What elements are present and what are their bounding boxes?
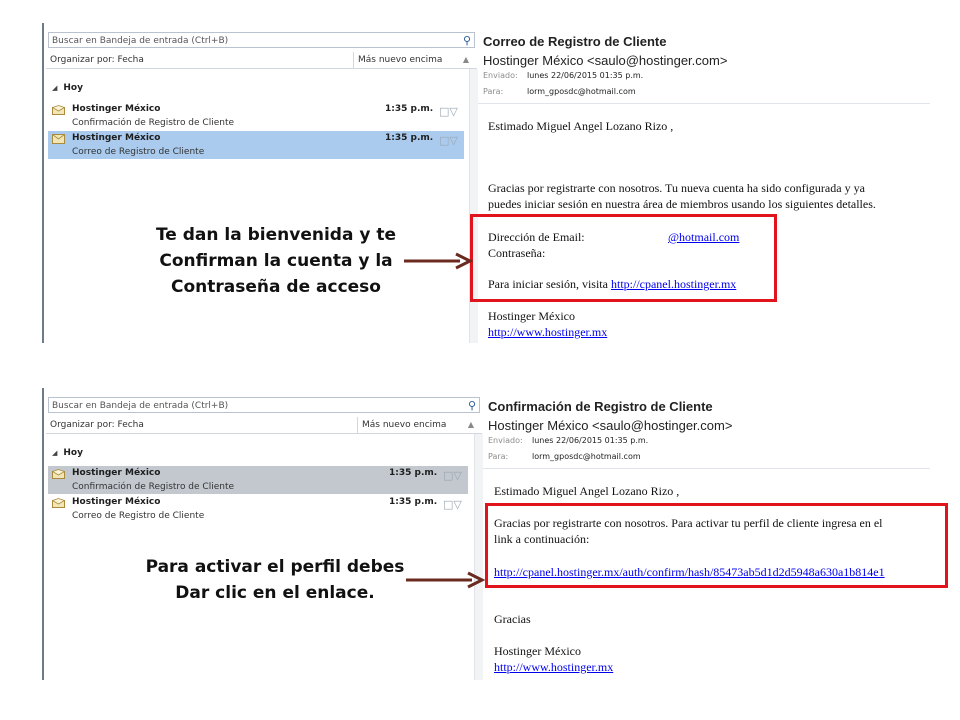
sort-bar: Organizar por: Fecha Más nuevo encima ▲ <box>46 52 477 69</box>
thanks-text: Gracias <box>494 612 531 626</box>
group-header-today[interactable]: ◢ Hoy <box>52 448 83 458</box>
caption-line: Te dan la bienvenida y te <box>155 225 397 245</box>
list-item[interactable]: Hostinger México Correo de Registro de C… <box>48 495 468 523</box>
intro-line-1: Gracias por registrarte con nosotros. Tu… <box>488 181 865 195</box>
to-value[interactable]: lorm_gposdc@hotmail.com <box>532 452 641 461</box>
scroll-up-icon[interactable]: ▲ <box>468 417 474 433</box>
greeting: Estimado Miguel Angel Lozano Rizo , <box>494 484 680 498</box>
list-item-selected[interactable]: Hostinger México Correo de Registro de C… <box>48 131 464 159</box>
signature: Hostinger México <box>488 309 575 323</box>
arrow-icon <box>404 252 474 270</box>
group-label: Hoy <box>63 448 83 458</box>
email-time: 1:35 p.m. <box>385 104 434 114</box>
email-sender: Hostinger México <box>72 468 161 478</box>
intro-line-2: puedes iniciar sesión en nuestra área de… <box>488 197 876 211</box>
sent-value: lunes 22/06/2015 01:35 p.m. <box>532 436 649 445</box>
to-label: Para: <box>483 87 504 96</box>
group-label: Hoy <box>63 83 83 93</box>
email-time: 1:35 p.m. <box>389 497 438 507</box>
message-subject: Confirmación de Registro de Cliente <box>488 399 713 414</box>
sent-row: Enviado: lunes 22/06/2015 01:35 p.m. <box>488 436 648 445</box>
signature-link[interactable]: http://www.hostinger.mx <box>488 324 607 340</box>
sort-by-label[interactable]: Organizar por: Fecha <box>50 52 144 68</box>
envelope-icon <box>52 134 65 144</box>
search-placeholder: Buscar en Bandeja de entrada (Ctrl+B) <box>52 36 229 46</box>
highlight-box <box>485 503 948 588</box>
search-input[interactable]: Buscar en Bandeja de entrada (Ctrl+B) ⚲ <box>48 32 475 48</box>
annotation-caption: Te dan la bienvenida y te Confirman la c… <box>145 222 407 300</box>
collapse-triangle-icon[interactable]: ◢ <box>52 84 57 92</box>
to-row: Para: lorm_gposdc@hotmail.com <box>483 87 636 96</box>
list-item-selected[interactable]: Hostinger México Confirmación de Registr… <box>48 466 468 494</box>
message-sender[interactable]: Hostinger México <saulo@hostinger.com> <box>488 418 732 433</box>
arrow-icon <box>406 571 486 589</box>
greeting: Estimado Miguel Angel Lozano Rizo , <box>488 119 674 133</box>
sent-value: lunes 22/06/2015 01:35 p.m. <box>527 71 644 80</box>
header-divider <box>483 468 930 469</box>
group-header-today[interactable]: ◢ Hoy <box>52 83 83 93</box>
sort-order-button[interactable]: Más nuevo encima <box>353 52 442 68</box>
email-time: 1:35 p.m. <box>389 468 438 478</box>
envelope-open-icon <box>52 498 65 508</box>
caption-line: Confirman la cuenta y la <box>159 251 393 271</box>
search-placeholder: Buscar en Bandeja de entrada (Ctrl+B) <box>52 401 229 411</box>
highlight-box <box>470 214 777 302</box>
sort-by-label[interactable]: Organizar por: Fecha <box>50 417 144 433</box>
email-sender: Hostinger México <box>72 133 161 143</box>
search-input[interactable]: Buscar en Bandeja de entrada (Ctrl+B) ⚲ <box>48 397 480 413</box>
scroll-up-icon[interactable]: ▲ <box>463 52 469 68</box>
search-icon[interactable]: ⚲ <box>463 33 471 48</box>
signature: Hostinger México <box>494 644 581 658</box>
sent-label: Enviado: <box>488 436 523 445</box>
envelope-open-icon <box>52 105 65 115</box>
email-time: 1:35 p.m. <box>385 133 434 143</box>
annotation-caption: Para activar el perfil debes Dar clic en… <box>140 554 410 606</box>
sort-bar: Organizar por: Fecha Más nuevo encima ▲ <box>46 417 482 434</box>
message-sender[interactable]: Hostinger México <saulo@hostinger.com> <box>483 53 727 68</box>
to-row: Para: lorm_gposdc@hotmail.com <box>488 452 641 461</box>
email-sender: Hostinger México <box>72 104 161 114</box>
signature-link[interactable]: http://www.hostinger.mx <box>494 659 613 675</box>
search-icon[interactable]: ⚲ <box>468 398 476 413</box>
email-subject: Correo de Registro de Cliente <box>72 147 205 157</box>
list-item[interactable]: Hostinger México Confirmación de Registr… <box>48 102 464 130</box>
caption-line: Para activar el perfil debes <box>145 557 405 577</box>
email-sender: Hostinger México <box>72 497 161 507</box>
flag-icon[interactable]: □▽ <box>443 498 462 511</box>
email-subject: Confirmación de Registro de Cliente <box>72 482 235 492</box>
header-divider <box>478 103 930 104</box>
caption-line: Contraseña de acceso <box>171 277 381 297</box>
email-subject: Correo de Registro de Cliente <box>72 511 205 521</box>
flag-icon[interactable]: □▽ <box>439 105 458 118</box>
flag-icon[interactable]: □▽ <box>443 469 462 482</box>
collapse-triangle-icon[interactable]: ◢ <box>52 449 57 457</box>
sort-order-button[interactable]: Más nuevo encima <box>357 417 446 433</box>
sent-row: Enviado: lunes 22/06/2015 01:35 p.m. <box>483 71 643 80</box>
envelope-open-icon <box>52 469 65 479</box>
caption-line: Dar clic en el enlace. <box>175 583 375 603</box>
to-label: Para: <box>488 452 509 461</box>
message-subject: Correo de Registro de Cliente <box>483 34 667 49</box>
sent-label: Enviado: <box>483 71 518 80</box>
email-subject: Confirmación de Registro de Cliente <box>72 118 235 128</box>
to-value[interactable]: lorm_gposdc@hotmail.com <box>527 87 636 96</box>
flag-icon[interactable]: □▽ <box>439 134 458 147</box>
inbox-pane: Buscar en Bandeja de entrada (Ctrl+B) ⚲ … <box>42 388 485 680</box>
